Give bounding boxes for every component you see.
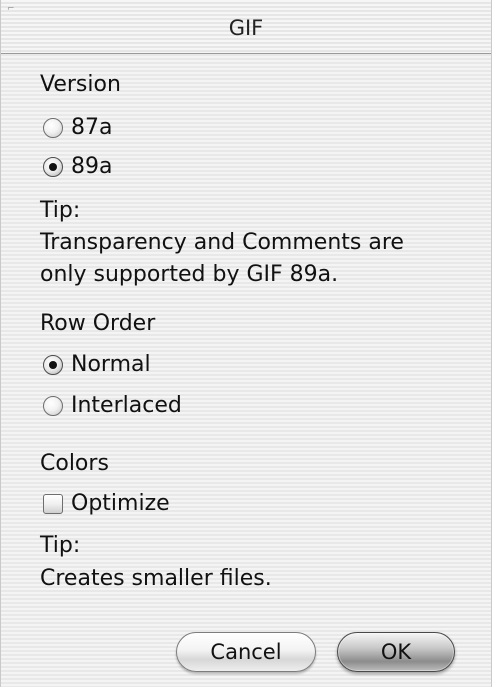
optimize-label[interactable]: Optimize [71,491,170,517]
radio-interlaced-label[interactable]: Interlaced [71,393,182,419]
window-title: GIF [228,16,264,40]
window-corner-mark: ⌐ [7,4,15,14]
version-tip-line-2: only supported by GIF 89a. [40,262,339,287]
row-order-heading: Row Order [40,311,156,336]
colors-heading: Colors [40,451,109,476]
radio-interlaced[interactable] [43,396,63,416]
version-tip-heading: Tip: [40,198,81,223]
optimize-checkbox[interactable] [43,494,63,514]
version-heading: Version [40,72,121,97]
gif-options-dialog: ⌐ GIF Version 87a 89a Tip: Transparency … [0,0,492,687]
radio-87a[interactable] [43,118,63,138]
colors-tip-text: Creates smaller files. [40,566,272,591]
radio-normal-label[interactable]: Normal [71,352,151,378]
radio-87a-label[interactable]: 87a [71,115,112,141]
version-tip-line-1: Transparency and Comments are [40,230,404,255]
radio-selected-dot [49,163,57,171]
radio-89a-label[interactable]: 89a [71,154,112,180]
radio-89a[interactable] [43,157,63,177]
radio-normal[interactable] [43,355,63,375]
cancel-button[interactable]: Cancel [176,632,316,672]
radio-selected-dot [49,361,57,369]
ok-button[interactable]: OK [337,632,455,672]
title-bar[interactable]: ⌐ GIF [1,0,491,54]
colors-tip-heading: Tip: [40,533,81,558]
